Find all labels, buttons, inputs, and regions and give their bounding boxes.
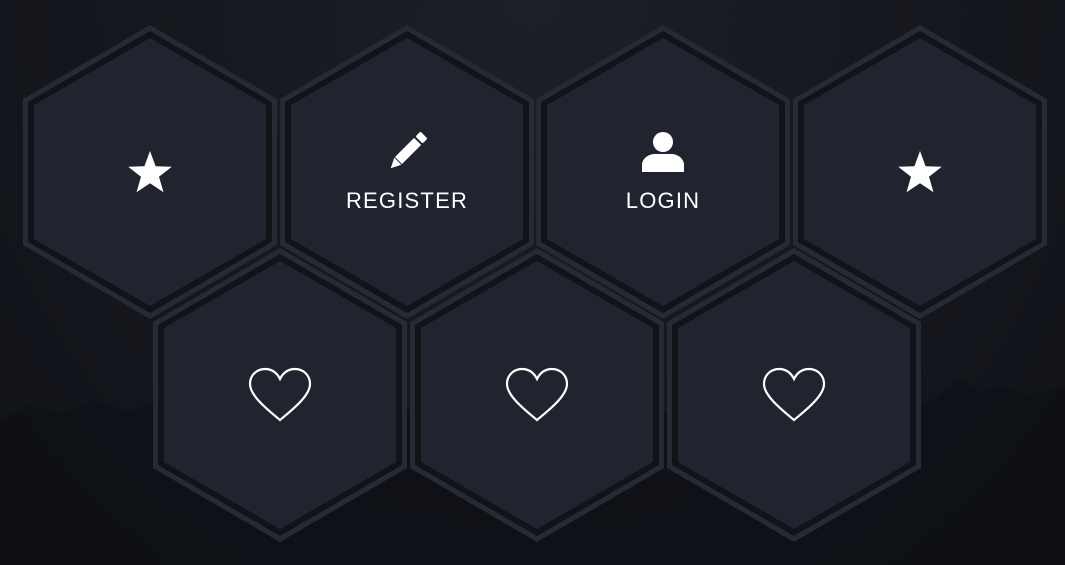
user-icon <box>642 132 684 172</box>
register-label: REGISTER <box>345 188 469 213</box>
star-icon <box>898 151 942 193</box>
hex-tile-heart-1[interactable] <box>150 246 410 544</box>
pencil-icon <box>390 132 427 169</box>
hex-tile-heart-3[interactable] <box>664 246 924 544</box>
login-label: LOGIN <box>625 188 701 213</box>
star-icon <box>128 151 172 193</box>
heart-icon <box>762 367 826 422</box>
heart-icon <box>248 367 312 422</box>
heart-icon <box>505 367 569 422</box>
hex-tile-heart-2[interactable] <box>407 246 667 544</box>
